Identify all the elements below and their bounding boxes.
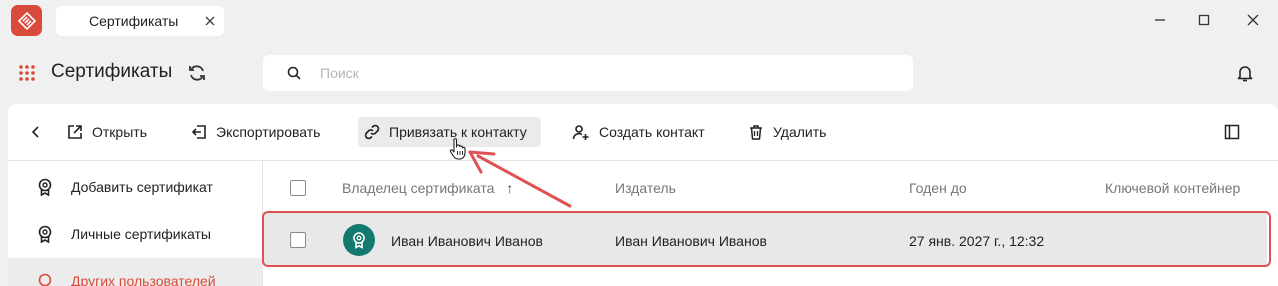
column-header-label: Владелец сертификата [342, 180, 495, 196]
column-header-key-container[interactable]: Ключевой контейнер [1105, 180, 1240, 196]
sidebar-item-other-users[interactable]: Других пользователей [8, 258, 262, 286]
tab-certificates[interactable]: Сертификаты [56, 6, 224, 36]
sidebar-item-personal-certificates[interactable]: Личные сертификаты [8, 211, 262, 257]
open-external-icon [68, 125, 82, 139]
link-icon [364, 124, 380, 140]
minimize-button[interactable] [1150, 10, 1170, 30]
refresh-icon[interactable] [187, 63, 207, 83]
minimize-icon [1155, 19, 1165, 21]
sidebar-item-label: Других пользователей [71, 273, 216, 286]
certificate-avatar [343, 224, 375, 256]
page-title: Сертификаты [51, 61, 173, 82]
open-button[interactable]: Открыть [67, 117, 147, 147]
app-logo-icon [17, 11, 36, 30]
window-close-icon [1247, 14, 1259, 26]
sidebar-item-add-certificate[interactable]: Добавить сертификат [8, 164, 262, 210]
cell-owner: Иван Иванович Иванов [391, 233, 543, 249]
certificate-icon [38, 273, 52, 286]
maximize-button[interactable] [1194, 10, 1214, 30]
cell-valid-until: 27 янв. 2027 г., 12:32 [909, 233, 1045, 249]
close-icon[interactable] [204, 15, 216, 27]
column-header-owner[interactable]: Владелец сертификата ↑ [342, 180, 513, 196]
column-header-valid-until[interactable]: Годен до [909, 180, 967, 196]
column-header-issuer[interactable]: Издатель [615, 180, 676, 196]
search-placeholder: Поиск [320, 65, 359, 81]
export-label: Экспортировать [216, 124, 321, 140]
apps-grid-icon[interactable] [18, 64, 36, 82]
open-label: Открыть [92, 124, 147, 140]
sort-ascending-icon: ↑ [506, 180, 514, 196]
create-contact-label: Создать контакт [599, 124, 705, 140]
row-checkbox[interactable] [290, 232, 306, 248]
maximize-icon [1198, 14, 1210, 26]
delete-button[interactable]: Удалить [748, 117, 826, 147]
toggle-panel-button[interactable] [1224, 117, 1240, 147]
app-logo [11, 5, 42, 36]
cell-issuer: Иван Иванович Иванов [615, 233, 767, 249]
search-icon [287, 66, 301, 80]
search-input[interactable]: Поиск [263, 55, 913, 91]
back-button[interactable] [28, 117, 48, 147]
certificate-icon [38, 225, 52, 243]
certificate-icon [38, 178, 52, 196]
export-icon [191, 125, 206, 139]
trash-icon [750, 125, 762, 140]
hand-pointer-icon [449, 138, 466, 160]
certificate-icon [353, 232, 365, 249]
delete-label: Удалить [773, 124, 827, 140]
sidebar-item-label: Добавить сертификат [71, 179, 213, 195]
sidebar-item-label: Личные сертификаты [71, 226, 211, 242]
chevron-left-icon [31, 126, 39, 138]
add-user-icon [572, 125, 589, 140]
export-button[interactable]: Экспортировать [191, 117, 320, 147]
bell-icon[interactable] [1235, 63, 1255, 83]
sidebar-panel-icon [1224, 124, 1240, 140]
create-contact-button[interactable]: Создать контакт [572, 117, 705, 147]
select-all-checkbox[interactable] [290, 180, 306, 196]
window-close-button[interactable] [1243, 10, 1263, 30]
tab-label: Сертификаты [89, 13, 179, 29]
